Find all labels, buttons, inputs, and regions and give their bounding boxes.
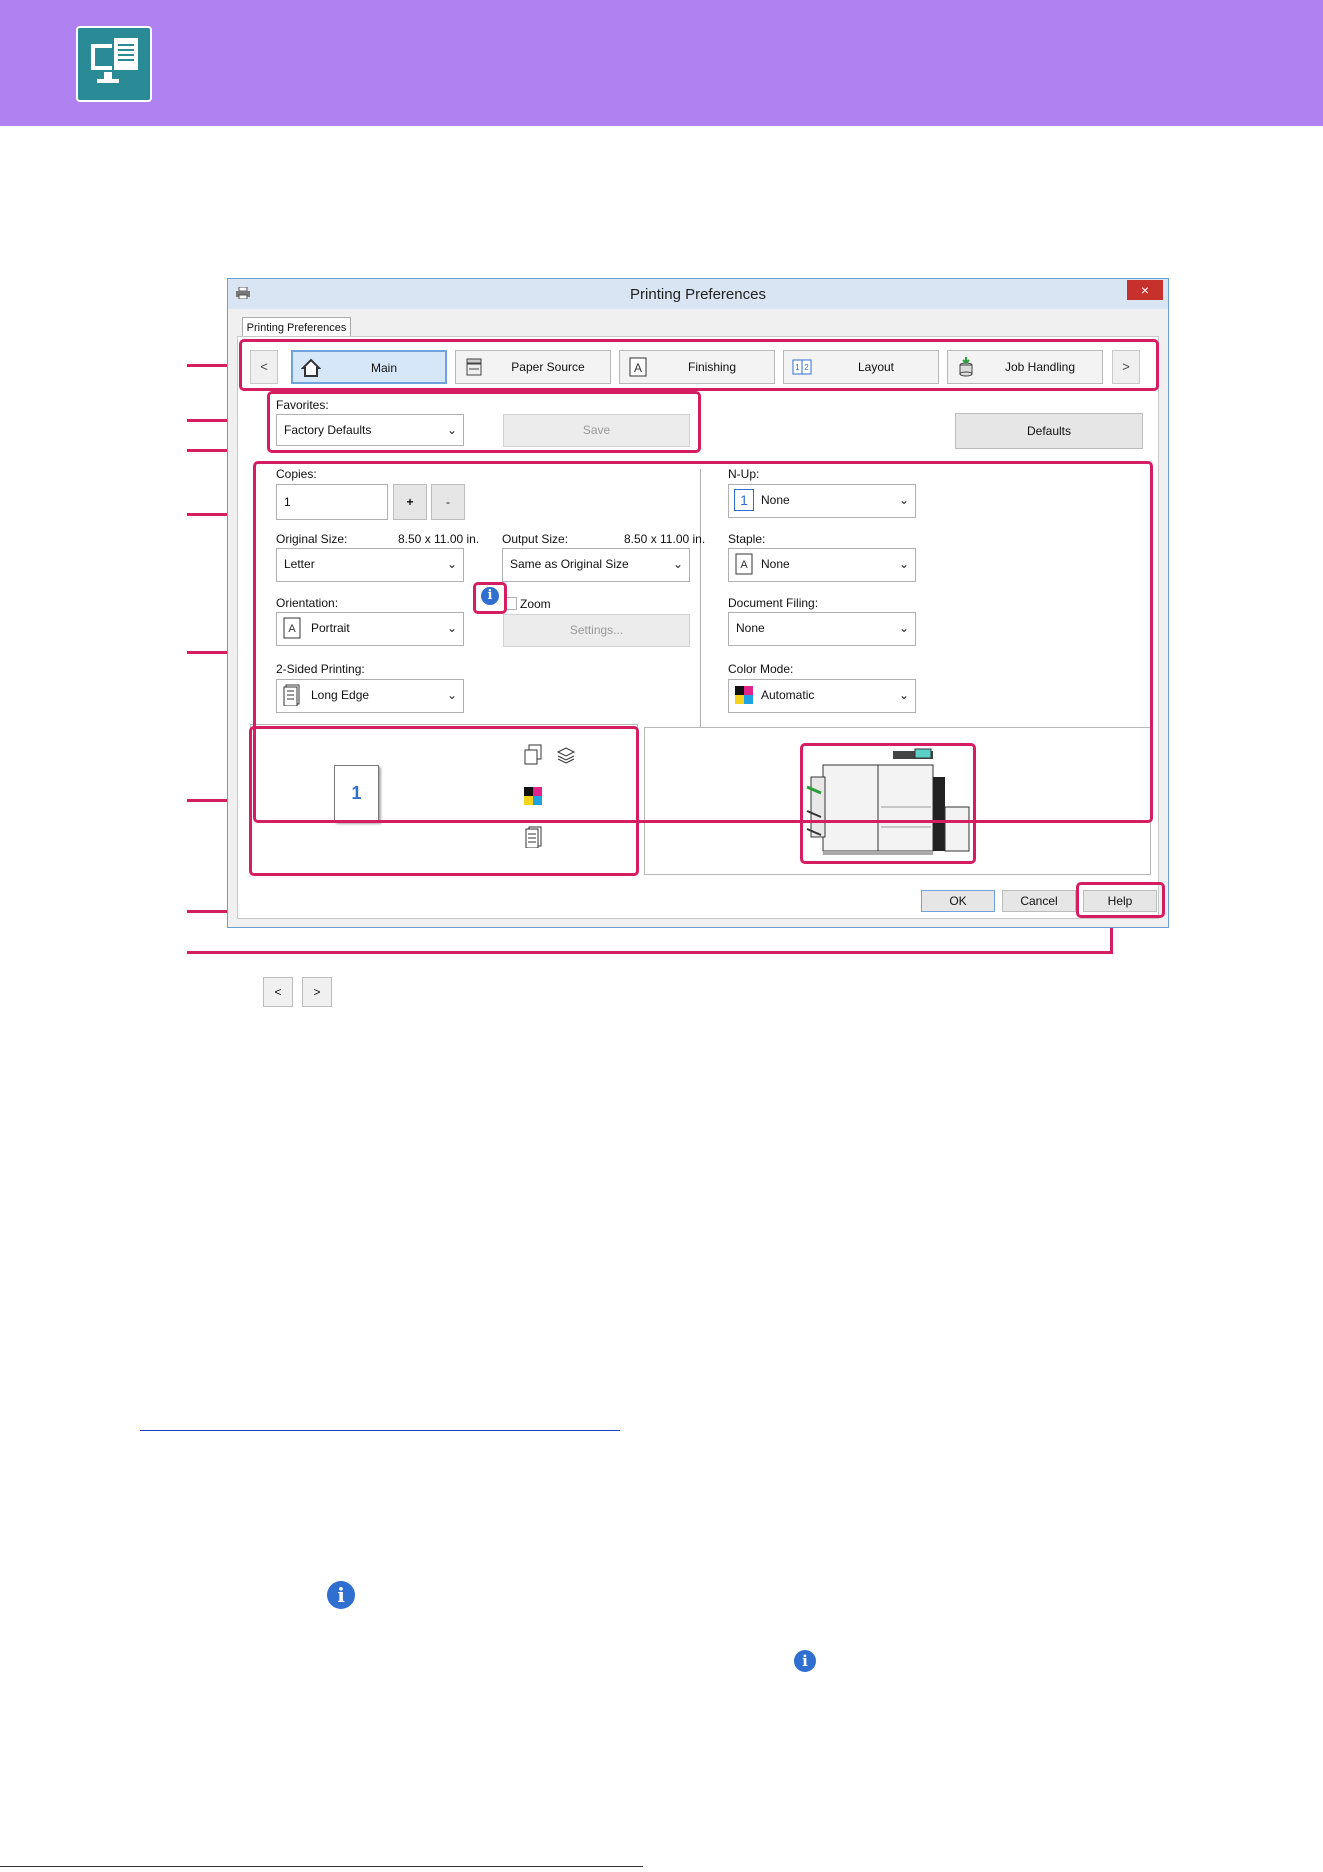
cancel-button[interactable]: Cancel	[1002, 890, 1076, 912]
callout-line-8	[187, 951, 1113, 954]
info-icon-inline: i	[794, 1650, 816, 1672]
scroll-right-sample-button: >	[302, 977, 332, 1007]
close-button[interactable]: ×	[1127, 280, 1163, 300]
highlight-tabs	[239, 339, 1159, 391]
highlight-printer-image	[800, 743, 976, 864]
highlight-info-icon	[473, 582, 507, 614]
window-title: Printing Preferences	[630, 286, 766, 303]
scroll-left-sample-button: <	[263, 977, 293, 1007]
link-underline	[140, 1430, 620, 1431]
defaults-button[interactable]: Defaults	[955, 413, 1143, 449]
tab-printing-preferences[interactable]: Printing Preferences	[242, 317, 351, 338]
printer-driver-icon	[76, 26, 152, 102]
highlight-preview	[249, 726, 639, 876]
title-bar: Printing Preferences ×	[228, 279, 1168, 309]
printing-preferences-window: Printing Preferences × Printing Preferen…	[227, 278, 1169, 928]
highlight-help	[1076, 882, 1165, 918]
footer-rule	[0, 1866, 643, 1867]
ok-button[interactable]: OK	[921, 890, 995, 912]
highlight-favorites	[267, 391, 701, 453]
info-icon-large: i	[327, 1581, 355, 1609]
header-banner	[0, 0, 1323, 126]
